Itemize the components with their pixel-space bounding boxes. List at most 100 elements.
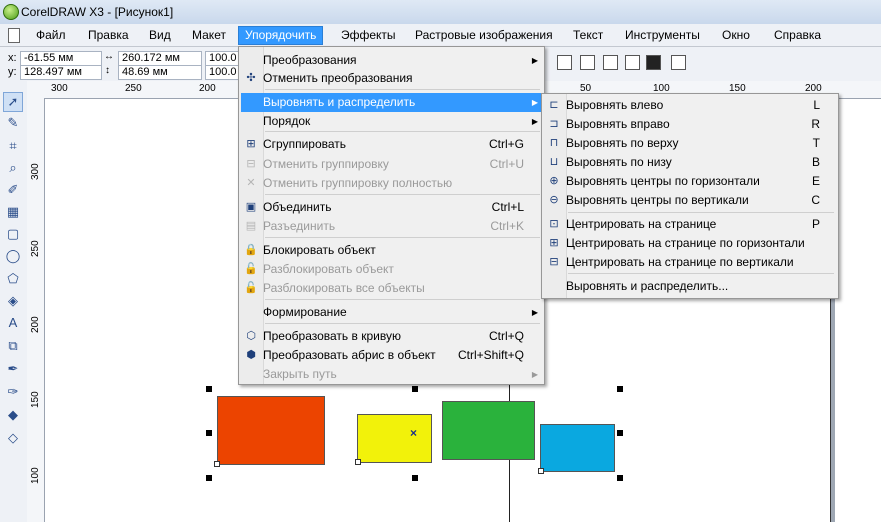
back-minus-front-icon[interactable]: [646, 55, 661, 70]
selection-handle[interactable]: [412, 386, 418, 392]
align-menu-item[interactable]: ⊞ Центрировать на странице по горизонтали: [544, 234, 836, 253]
selection-handle[interactable]: [206, 430, 212, 436]
align-menu-item[interactable]: ⊕ Выровнять центры по горизонтали E: [544, 172, 836, 191]
document-icon[interactable]: [8, 28, 20, 43]
selection-handle[interactable]: [617, 475, 623, 481]
menu-file[interactable]: Файл: [30, 27, 72, 44]
menu-item-label: Отменить преобразования: [263, 71, 413, 85]
scale-x-field[interactable]: 100.0: [205, 51, 241, 66]
menu-help[interactable]: Справка: [768, 27, 827, 44]
width-field[interactable]: 260.172 мм: [118, 51, 202, 66]
menu-item-label: Сгруппировать: [263, 137, 347, 151]
menu-edit[interactable]: Правка: [82, 27, 135, 44]
arrange-dropdown-menu: Преобразования ▶ ✣ Отменить преобразования В…: [238, 46, 545, 385]
arrange-menu-item[interactable]: ⊞ Сгруппировать Ctrl+G: [241, 135, 542, 154]
arrange-menu-item: Закрыть путь ▶: [241, 365, 542, 384]
align-menu-item[interactable]: ⊓ Выровнять по верху T: [544, 134, 836, 153]
center-page-h-icon: ⊞: [549, 237, 559, 249]
ungroup-icon: ⊟: [246, 158, 256, 170]
arrange-menu-item[interactable]: 🔒 Блокировать объект: [241, 241, 542, 260]
shape-node[interactable]: [214, 461, 220, 467]
menu-item-shortcut: R: [811, 117, 820, 131]
polygon-tool-icon[interactable]: ⬠: [4, 270, 22, 288]
arrange-menu-item: 🔓 Разблокировать все объекты: [241, 279, 542, 298]
scale-y-field[interactable]: 100.0: [205, 65, 241, 80]
yellow-rectangle[interactable]: [357, 414, 432, 463]
menu-layout[interactable]: Макет: [186, 27, 232, 44]
zoom-tool-icon[interactable]: ⌕: [4, 159, 22, 177]
fill-tool-icon[interactable]: ◆: [4, 406, 22, 424]
align-menu-item[interactable]: ⊔ Выровнять по низу B: [544, 153, 836, 172]
pick-tool-icon[interactable]: ➚: [3, 92, 23, 112]
center-marker-icon[interactable]: ×: [410, 426, 417, 440]
selection-handle[interactable]: [617, 386, 623, 392]
height-field[interactable]: 48.69 мм: [118, 65, 202, 80]
selection-handle[interactable]: [206, 386, 212, 392]
x-position-field[interactable]: -61.55 мм: [20, 51, 102, 66]
arrange-menu-item: ✕ Отменить группировку полностью: [241, 174, 542, 193]
text-tool-icon[interactable]: A: [4, 314, 22, 332]
menu-view[interactable]: Вид: [143, 27, 177, 44]
menu-item-label: Разблокировать все объекты: [263, 281, 425, 295]
arrange-menu-item[interactable]: Формирование ▶: [241, 303, 542, 322]
align-menu-item[interactable]: ⊡ Центрировать на странице P: [544, 215, 836, 234]
y-position-field[interactable]: 128.497 мм: [20, 65, 102, 80]
arrange-menu-item[interactable]: Преобразования ▶: [241, 51, 542, 70]
arrange-menu-item[interactable]: Порядок ▶: [241, 112, 542, 131]
shape-node[interactable]: [538, 468, 544, 474]
menu-item-label: Выровнять вправо: [566, 117, 670, 131]
freehand-tool-icon[interactable]: ✐: [4, 181, 22, 199]
simplify-icon[interactable]: [625, 55, 640, 70]
menu-tools[interactable]: Инструменты: [619, 27, 706, 44]
smart-fill-tool-icon[interactable]: ▦: [4, 203, 22, 221]
menu-separator: [568, 212, 834, 213]
menu-text[interactable]: Текст: [567, 27, 609, 44]
interactive-blend-tool-icon[interactable]: ⧉: [4, 337, 22, 355]
arrange-menu-item[interactable]: ⬡ Преобразовать в кривую Ctrl+Q: [241, 327, 542, 346]
menu-window[interactable]: Окно: [716, 27, 756, 44]
arrange-menu-item[interactable]: ✣ Отменить преобразования: [241, 69, 542, 88]
interactive-fill-tool-icon[interactable]: ◇: [4, 429, 22, 447]
weld-icon[interactable]: [557, 55, 572, 70]
menu-item-label: Преобразовать абрис в объект: [263, 348, 436, 362]
submenu-arrow-icon: ▶: [531, 117, 538, 126]
selection-handle[interactable]: [617, 430, 623, 436]
green-rectangle[interactable]: [442, 401, 535, 460]
basic-shapes-tool-icon[interactable]: ◈: [4, 292, 22, 310]
rectangle-tool-icon[interactable]: ▢: [4, 225, 22, 243]
align-left-icon: ⊏: [549, 99, 559, 111]
selection-handle[interactable]: [412, 475, 418, 481]
shape-tool-icon[interactable]: ✎: [4, 114, 22, 132]
align-menu-item[interactable]: ⊖ Выровнять центры по вертикали C: [544, 191, 836, 210]
align-menu-item[interactable]: Выровнять и распределить...: [544, 277, 836, 296]
align-menu-item[interactable]: ⊏ Выровнять влево L: [544, 96, 836, 115]
align-menu-item[interactable]: ⊟ Центрировать на странице по вертикали: [544, 253, 836, 272]
trim-icon[interactable]: [580, 55, 595, 70]
menu-bitmaps[interactable]: Растровые изображения: [409, 27, 559, 44]
shape-node[interactable]: [355, 459, 361, 465]
selection-handle[interactable]: [206, 475, 212, 481]
arrange-menu-item: ▤ Разъединить Ctrl+K: [241, 217, 542, 236]
menu-arrange[interactable]: Упорядочить: [238, 26, 324, 45]
arrange-menu-item[interactable]: ⬢ Преобразовать абрис в объект Ctrl+Shift+…: [241, 346, 542, 365]
red-rectangle[interactable]: [217, 396, 325, 465]
ruler-tick: 150: [30, 391, 41, 408]
outline-tool-icon[interactable]: ✑: [4, 383, 22, 401]
menu-item-label: Преобразования: [263, 53, 357, 67]
crop-tool-icon[interactable]: ⌗: [4, 137, 22, 155]
menu-effects[interactable]: Эффекты: [335, 27, 402, 44]
menu-item-label: Выровнять и распределить: [263, 95, 416, 109]
menu-item-shortcut: E: [811, 174, 820, 188]
create-boundary-icon[interactable]: [671, 55, 686, 70]
blue-rectangle[interactable]: [540, 424, 615, 472]
arrange-menu-item[interactable]: ▣ Объединить Ctrl+L: [241, 198, 542, 217]
intersect-icon[interactable]: [603, 55, 618, 70]
ellipse-tool-icon[interactable]: ◯: [4, 247, 22, 265]
align-menu-item[interactable]: ⊐ Выровнять вправо R: [544, 115, 836, 134]
vertical-ruler[interactable]: 300 250 200 150 100: [27, 98, 45, 522]
center-on-page-icon: ⊡: [549, 218, 559, 230]
eyedropper-tool-icon[interactable]: ✒: [4, 360, 22, 378]
arrange-menu-item[interactable]: Выровнять и распределить ▶: [241, 93, 542, 112]
menu-separator: [265, 89, 540, 90]
menu-item-label: Блокировать объект: [263, 243, 376, 257]
